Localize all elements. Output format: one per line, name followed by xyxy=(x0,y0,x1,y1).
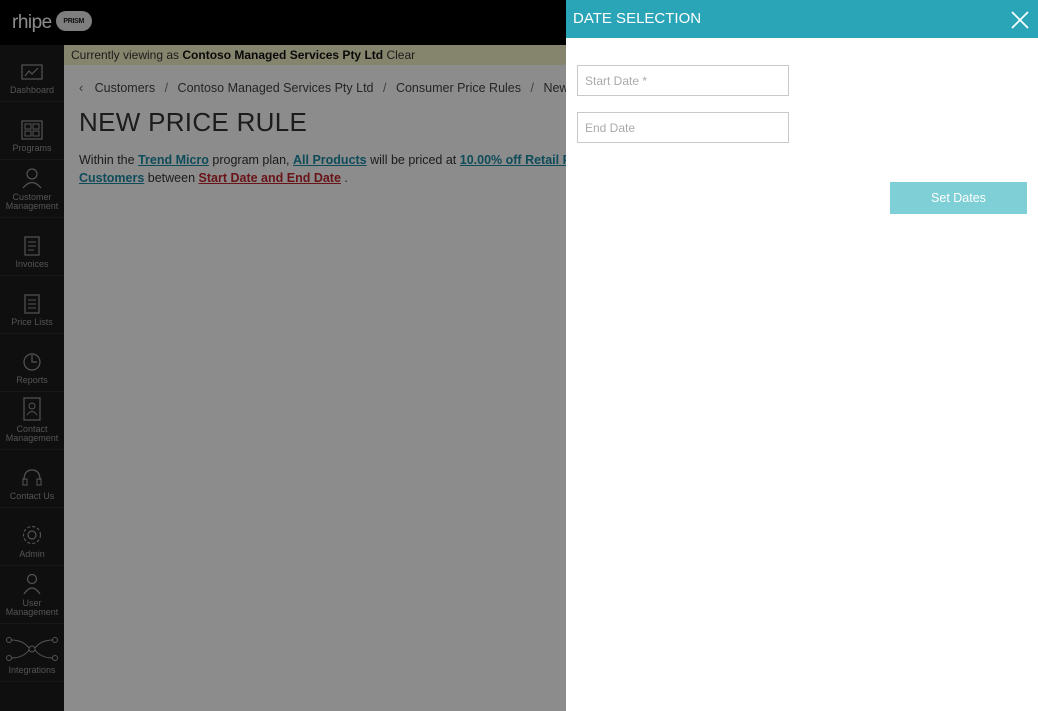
end-date-input[interactable] xyxy=(577,112,789,143)
drawer-header: DATE SELECTION xyxy=(566,0,1038,38)
close-icon[interactable] xyxy=(1010,10,1030,30)
drawer-title: DATE SELECTION xyxy=(573,10,702,27)
start-date-input[interactable] xyxy=(577,65,789,96)
date-selection-drawer: DATE SELECTION Set Dates xyxy=(566,0,1038,711)
modal-overlay[interactable] xyxy=(0,0,566,711)
set-dates-button[interactable]: Set Dates xyxy=(890,182,1027,214)
